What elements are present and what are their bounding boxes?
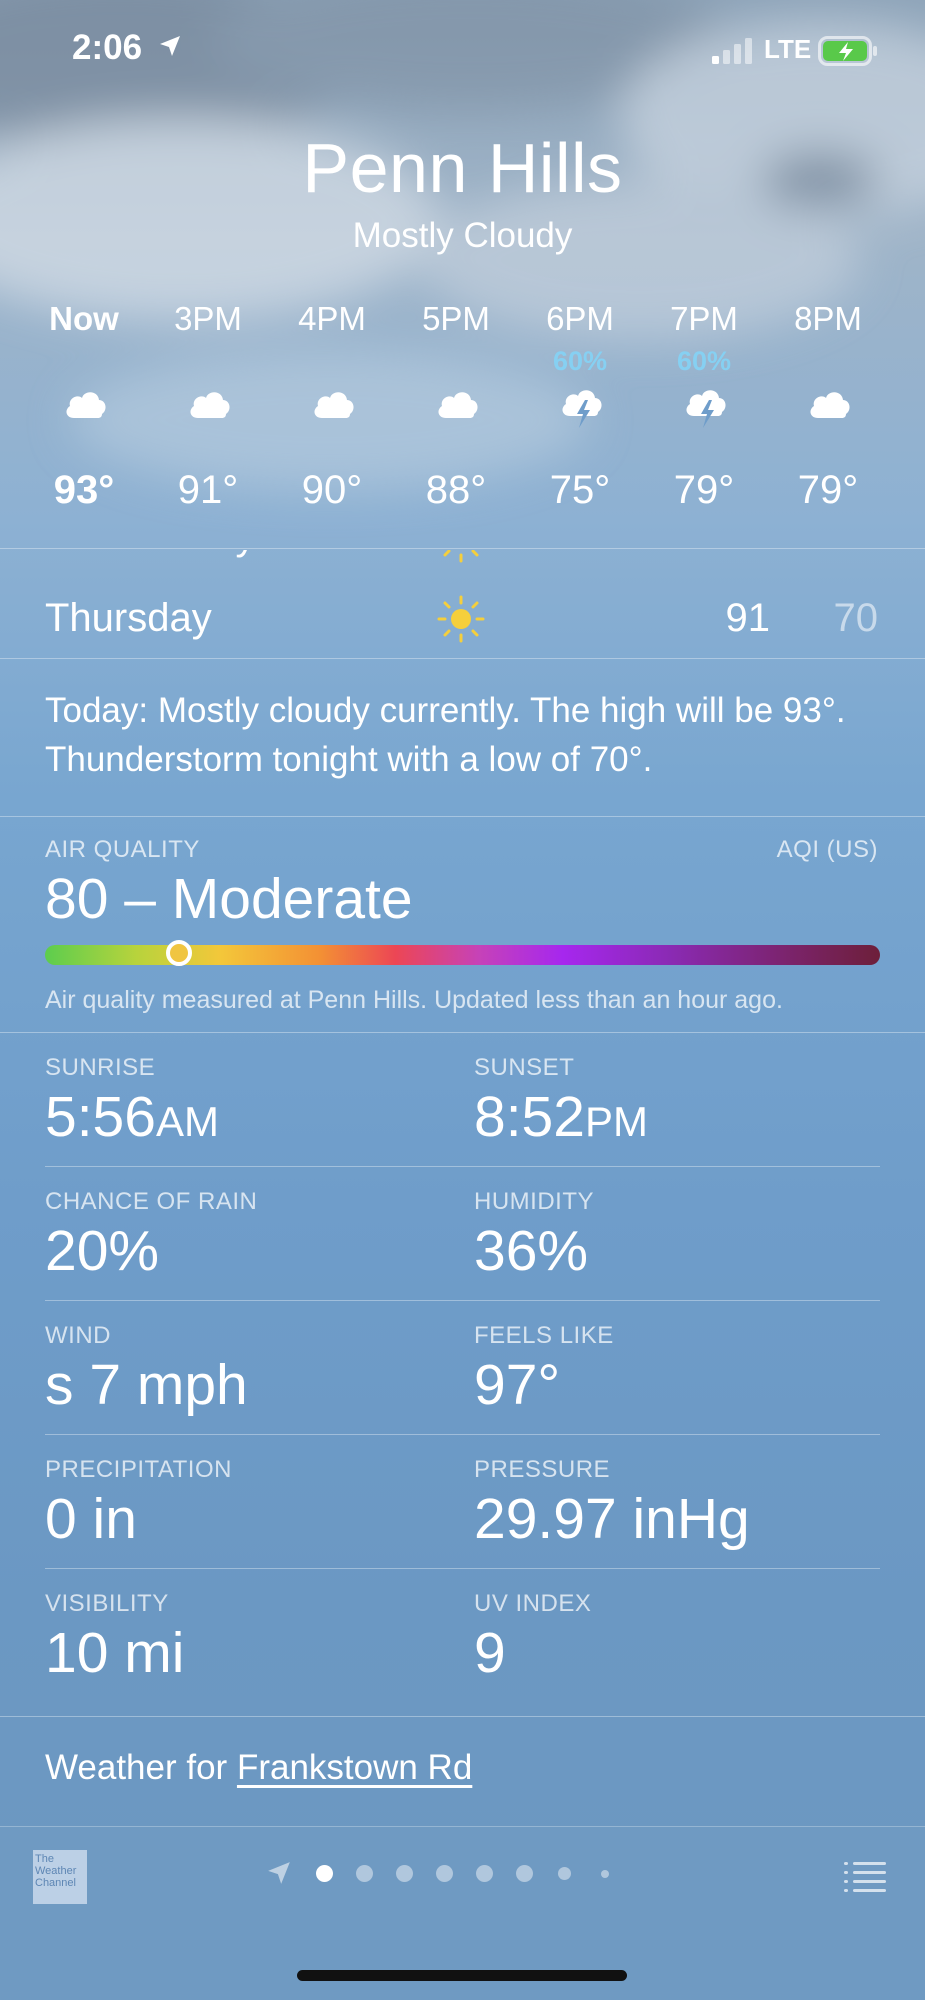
daily-row: Wednesday 90 68 [0,550,925,574]
sunrise-value: 5:56AM [45,1084,219,1150]
air-quality-divider [0,1032,925,1033]
hourly-time: 3PM [174,300,242,337]
hourly-temperature: 93° [53,468,115,512]
weather-channel-logo[interactable]: The Weather Channel [33,1850,87,1904]
cloud-icon [62,386,108,428]
thunderstorm-icon [682,386,728,428]
location-arrow-icon [158,34,182,63]
sunrise-ampm: AM [155,1098,219,1145]
hourly-time: 6PM [546,300,614,337]
status-time: 2:06 [72,28,143,67]
page-dot[interactable] [558,1867,571,1880]
sun-icon [436,550,486,569]
daily-row: Thursday 91 70 [0,594,925,656]
cloud-icon [434,386,480,428]
uv-index-label: UV INDEX [474,1590,592,1617]
air-quality-note: Air quality measured at Penn Hills. Upda… [45,986,783,1014]
sunset-value: 8:52PM [474,1084,648,1150]
hourly-time: 4PM [298,300,366,337]
hourly-precip-chance: 60% [676,346,732,376]
precipitation-label: PRECIPITATION [45,1456,232,1483]
visibility-label: VISIBILITY [45,1590,169,1617]
wind-label: WIND [45,1322,111,1349]
uv-index-value: 9 [474,1621,506,1685]
summary-divider [0,816,925,817]
feels-like-label: FEELS LIKE [474,1322,614,1349]
hourly-time: 8PM [794,300,862,337]
pressure-value: 29.97 inHg [474,1487,750,1551]
air-quality-value: 80 – Moderate [45,867,413,931]
page-dot[interactable] [356,1865,373,1882]
hourly-precip-chance: 60% [552,346,608,376]
page-dot[interactable] [436,1865,453,1882]
daily-low: 68 [788,550,879,559]
wind-value: s 7 mph [45,1353,248,1417]
cloud-icon [186,386,232,428]
page-dot[interactable] [396,1865,413,1882]
hourly-temperature: 90° [301,468,363,512]
hourly-divider [0,548,925,549]
details-divider [0,1716,925,1717]
weather-for-location: Weather for Frankstown Rd [45,1748,472,1788]
hourly-time: 7PM [670,300,738,337]
air-quality-unit: AQI (US) [776,836,878,863]
home-indicator[interactable] [297,1970,627,1981]
hourly-temperature: 79° [673,468,735,512]
daily-high: 91 [725,596,771,640]
city-list-icon[interactable] [844,1860,886,1897]
feels-like-value: 97° [474,1353,561,1417]
weather-for-text: Weather for [45,1748,237,1787]
thunderstorm-icon [558,386,604,428]
page-dot[interactable] [600,1869,609,1878]
page-dot[interactable] [516,1865,533,1882]
today-summary: Today: Mostly cloudy currently. The high… [45,691,846,779]
air-quality-indicator [165,940,192,966]
daily-low: 70 [833,596,879,640]
detail-divider [45,1300,880,1301]
city-name: Penn Hills [302,129,623,207]
chance-of-rain-value: 20% [45,1219,160,1283]
current-location-icon[interactable] [266,1860,292,1891]
hourly-time: Now [49,300,119,337]
network-type: LTE [764,34,812,64]
hourly-temperature: 79° [797,468,859,512]
sunrise-time: 5:56 [45,1085,156,1149]
detail-divider [45,1434,880,1435]
hourly-temperature: 88° [425,468,487,512]
hourly-temperature: 91° [177,468,239,512]
page-indicator[interactable] [266,1856,666,1892]
sunset-label: SUNSET [474,1054,575,1081]
pressure-label: PRESSURE [474,1456,611,1483]
humidity-label: HUMIDITY [474,1188,594,1215]
daily-day-name: Wednesday [45,550,256,559]
sunrise-label: SUNRISE [45,1054,156,1081]
current-condition: Mostly Cloudy [352,216,573,255]
sunset-time: 8:52 [474,1085,585,1149]
visibility-value: 10 mi [45,1621,185,1685]
location-link[interactable]: Frankstown Rd [237,1748,472,1787]
hourly-time: 5PM [422,300,490,337]
status-bar: 2:06 LTE [0,0,925,100]
air-quality-label: AIR QUALITY [45,836,200,863]
daily-day-name: Thursday [45,596,212,640]
daily-divider [0,658,925,659]
cellular-signal-icon [712,38,752,64]
sun-icon [436,594,486,649]
battery-charging-icon [818,36,878,71]
hourly-temperature: 75° [549,468,611,512]
page-dot[interactable] [476,1865,493,1882]
chance-of-rain-label: CHANCE OF RAIN [45,1188,258,1215]
cloud-icon [310,386,356,428]
sunset-ampm: PM [584,1098,648,1145]
daily-forecast[interactable]: Wednesday 90 68 Thursday 91 70 [0,550,925,658]
humidity-value: 36% [474,1219,589,1283]
detail-divider [45,1568,880,1569]
precipitation-value: 0 in [45,1487,137,1551]
page-dot[interactable] [316,1865,333,1882]
cloud-icon [806,386,852,428]
detail-divider [45,1166,880,1167]
daily-high: 90 [680,550,771,559]
